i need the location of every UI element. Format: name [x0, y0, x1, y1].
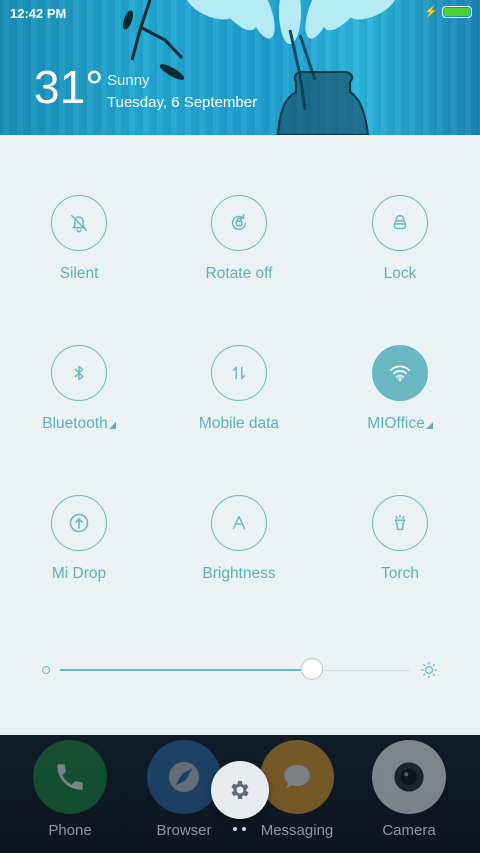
page-dot: [233, 827, 237, 831]
brightness-auto-icon: [211, 495, 267, 551]
dock-app-phone[interactable]: Phone: [25, 740, 115, 839]
battery-icon: [442, 6, 472, 18]
toggle-label: Bluetooth: [0, 415, 159, 433]
toggle-silent[interactable]: Silent: [0, 195, 159, 283]
bell-off-icon: [51, 195, 107, 251]
settings-button[interactable]: [211, 761, 269, 819]
toggle-label: Torch: [381, 565, 419, 582]
lock-icon: [372, 195, 428, 251]
weather-header: 12:42 PM ⚡ 31° Sunny Tuesday, 6 Septembe…: [0, 0, 480, 135]
dock-app-label: Camera: [382, 822, 436, 839]
toggle-lock[interactable]: Lock: [320, 195, 480, 283]
charging-icon: ⚡: [424, 6, 438, 18]
temperature: 31°: [34, 61, 104, 113]
camera-icon: [372, 740, 446, 814]
wifi-icon: [372, 345, 428, 401]
brightness-high-icon: [420, 661, 438, 679]
brightness-slider-track[interactable]: [60, 669, 410, 671]
dock-app-label: Browser: [156, 822, 212, 839]
status-icons: ⚡: [424, 6, 472, 18]
toggle-label: Lock: [383, 265, 417, 282]
gear-icon: [231, 781, 249, 799]
toggle-label: MIOffice: [320, 415, 480, 433]
quick-settings-panel: Silent Rotate off Lock Bluetooth Mobile …: [0, 135, 480, 735]
toggle-torch[interactable]: Torch: [320, 495, 480, 583]
rotate-lock-icon: [211, 195, 267, 251]
bluetooth-icon: [51, 345, 107, 401]
date-label: Tuesday, 6 September: [107, 94, 258, 111]
page-dot: [242, 827, 246, 831]
toggle-label: Mi Drop: [51, 565, 107, 582]
toggle-mi-drop[interactable]: Mi Drop: [0, 495, 159, 583]
toggle-label: Brightness: [202, 565, 276, 582]
weather-condition: Sunny: [107, 72, 150, 89]
phone-icon: [33, 740, 107, 814]
toggle-label: Rotate off: [205, 265, 273, 282]
browser-icon: [147, 740, 221, 814]
brightness-slider-fill: [60, 669, 312, 671]
dock-app-camera[interactable]: Camera: [364, 740, 454, 839]
toggle-wifi[interactable]: MIOffice: [320, 345, 480, 433]
expand-indicator-icon: [108, 422, 116, 429]
toggle-brightness-auto[interactable]: Brightness: [159, 495, 319, 583]
brightness-low-icon: [42, 666, 50, 674]
dock-app-label: Phone: [48, 822, 92, 839]
mobile-data-icon: [211, 345, 267, 401]
mi-drop-icon: [51, 495, 107, 551]
toggle-bluetooth[interactable]: Bluetooth: [0, 345, 159, 433]
brightness-slider-thumb[interactable]: [301, 658, 323, 680]
toggle-rotate[interactable]: Rotate off: [159, 195, 319, 283]
toggle-mobile-data[interactable]: Mobile data: [159, 345, 319, 433]
toggle-label: Mobile data: [198, 415, 280, 432]
dock-app-label: Messaging: [260, 822, 334, 839]
toggle-label: Silent: [59, 265, 99, 282]
status-time: 12:42 PM: [10, 6, 67, 21]
page-indicator: [233, 827, 246, 831]
expand-indicator-icon: [425, 422, 433, 429]
messaging-icon: [260, 740, 334, 814]
torch-icon: [372, 495, 428, 551]
